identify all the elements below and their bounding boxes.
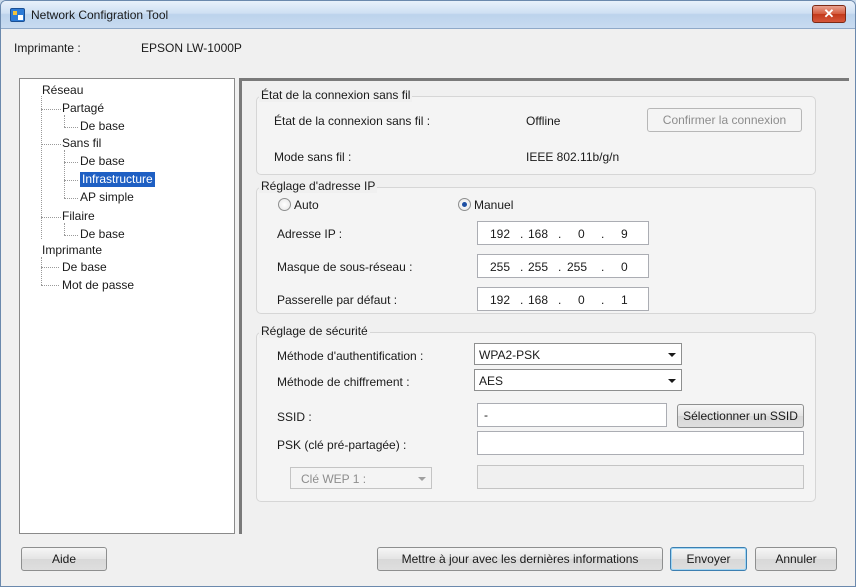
- close-button[interactable]: ✕: [812, 5, 846, 23]
- tree-connector: [64, 180, 78, 181]
- chevron-down-icon: [668, 353, 676, 357]
- tree-item-ap-simple[interactable]: AP simple: [80, 190, 134, 205]
- gateway-label: Passerelle par défaut :: [277, 293, 398, 307]
- tree-connector: [64, 198, 78, 199]
- printer-value: EPSON LW-1000P: [141, 41, 242, 55]
- gateway-octet-3: 0: [578, 293, 585, 307]
- ssid-input[interactable]: -: [477, 403, 667, 427]
- subnet-mask-field[interactable]: 255 . 255 . 255 . 0: [477, 254, 649, 278]
- tree-connector: [64, 162, 78, 163]
- mask-octet-2: 255: [528, 260, 549, 274]
- gateway-field[interactable]: 192 . 168 . 0 . 1: [477, 287, 649, 311]
- ip-octet-4: 9: [621, 227, 628, 241]
- chevron-down-icon: [668, 379, 676, 383]
- gateway-octet-4: 1: [621, 293, 628, 307]
- encryption-method-value: AES: [479, 374, 504, 388]
- tree-item-sans-fil[interactable]: Sans fil: [62, 136, 101, 151]
- ip-octet-3: 0: [578, 227, 585, 241]
- security-title: Réglage de sécurité: [259, 324, 370, 338]
- tree-connector: [64, 235, 78, 236]
- wep-key-select-value: Clé WEP 1 :: [301, 472, 367, 486]
- manual-radio-label: Manuel: [474, 198, 514, 212]
- printer-label: Imprimante :: [14, 41, 81, 55]
- encryption-method-select[interactable]: AES: [474, 369, 682, 391]
- gateway-octet-2: 168: [528, 293, 549, 307]
- navigation-tree: Réseau Partagé De base Sans fil De base …: [19, 78, 235, 534]
- title-bar[interactable]: Network Configration Tool ✕: [1, 1, 855, 29]
- send-button[interactable]: Envoyer: [670, 547, 747, 571]
- auth-method-label: Méthode d'authentification :: [277, 349, 424, 363]
- ip-octet-1: 192: [490, 227, 511, 241]
- mask-octet-1: 255: [490, 260, 511, 274]
- gateway-octet-1: 192: [490, 293, 511, 307]
- tree-item-partage[interactable]: Partagé: [62, 101, 104, 116]
- mask-octet-4: 0: [621, 260, 628, 274]
- psk-input[interactable]: [477, 431, 804, 455]
- app-icon: [10, 8, 25, 22]
- tree-connector: [41, 267, 59, 268]
- tree-item-reseau[interactable]: Réseau: [42, 83, 83, 98]
- psk-label: PSK (clé pré-partagée) :: [277, 438, 407, 452]
- tree-connector: [64, 115, 65, 127]
- ip-address-label: Adresse IP :: [277, 227, 343, 241]
- tree-item-imprimante-de-base[interactable]: De base: [62, 260, 107, 275]
- wireless-status-title: État de la connexion sans fil: [259, 88, 413, 102]
- tree-connector: [41, 217, 61, 218]
- auto-radio-label: Auto: [294, 198, 319, 212]
- tree-connector: [41, 285, 59, 286]
- tree-item-sans-fil-de-base[interactable]: De base: [80, 154, 125, 169]
- auto-radio[interactable]: [278, 198, 291, 211]
- tree-connector: [64, 150, 65, 198]
- tree-connector: [41, 109, 61, 110]
- wireless-mode-label: Mode sans fil :: [274, 150, 352, 164]
- ip-settings-title: Réglage d'adresse IP: [259, 179, 378, 193]
- tree-item-filaire-de-base[interactable]: De base: [80, 227, 125, 242]
- wireless-mode-value: IEEE 802.11b/g/n: [526, 150, 620, 164]
- connection-status-label: État de la connexion sans fil :: [274, 114, 431, 128]
- ssid-label: SSID :: [277, 410, 312, 424]
- ip-address-field[interactable]: 192 . 168 . 0 . 9: [477, 221, 649, 245]
- auth-method-select[interactable]: WPA2-PSK: [474, 343, 682, 365]
- subnet-mask-label: Masque de sous-réseau :: [277, 260, 413, 274]
- encryption-method-label: Méthode de chiffrement :: [277, 375, 410, 389]
- tree-item-mot-de-passe[interactable]: Mot de passe: [62, 278, 134, 293]
- tree-connector: [41, 144, 61, 145]
- window-title: Network Configration Tool: [31, 8, 169, 22]
- update-info-button[interactable]: Mettre à jour avec les dernières informa…: [377, 547, 663, 571]
- tree-connector: [64, 127, 78, 128]
- select-ssid-button[interactable]: Sélectionner un SSID: [677, 404, 804, 428]
- tree-item-infrastructure[interactable]: Infrastructure: [80, 172, 155, 187]
- ip-octet-2: 168: [528, 227, 549, 241]
- settings-panel: État de la connexion sans fil État de la…: [239, 78, 849, 534]
- wep-key-select[interactable]: Clé WEP 1 :: [290, 467, 432, 489]
- mask-octet-3: 255: [567, 260, 588, 274]
- chevron-down-icon: [418, 477, 426, 481]
- tree-item-imprimante[interactable]: Imprimante: [42, 243, 102, 258]
- app-window: Network Configration Tool ✕ Imprimante :…: [0, 0, 856, 587]
- cancel-button[interactable]: Annuler: [755, 547, 837, 571]
- auth-method-value: WPA2-PSK: [479, 348, 541, 362]
- tree-connector: [41, 257, 42, 285]
- wep-key-input[interactable]: [477, 465, 804, 489]
- connection-status-value: Offline: [526, 114, 561, 128]
- tree-item-filaire[interactable]: Filaire: [62, 209, 95, 224]
- tree-item-partage-de-base[interactable]: De base: [80, 119, 125, 134]
- tree-connector: [64, 223, 65, 235]
- help-button[interactable]: Aide: [21, 547, 107, 571]
- confirm-connection-button[interactable]: Confirmer la connexion: [647, 108, 802, 132]
- manual-radio[interactable]: [458, 198, 471, 211]
